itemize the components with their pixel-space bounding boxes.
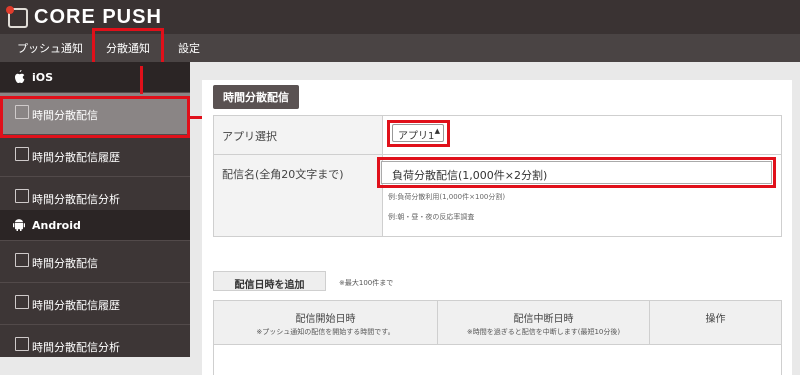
column-subtitle: ※プッシュ通知の配信を開始する時間です。 bbox=[256, 328, 395, 336]
delivery-name-hint-2: 例:朝・昼・夜の反応率調査 bbox=[388, 213, 475, 221]
sidebar-item-label: 時間分散配信分析 bbox=[32, 193, 120, 206]
sidebar-item-label: 時間分散配信分析 bbox=[32, 341, 120, 354]
android-icon bbox=[13, 219, 25, 231]
sidebar-item-label: 時間分散配信履歴 bbox=[32, 151, 120, 164]
add-limit-note: ※最大100件まで bbox=[339, 279, 394, 287]
delivery-name-label: 配信名(全角20文字まで) bbox=[222, 168, 344, 181]
column-title: 配信開始日時 bbox=[295, 314, 356, 325]
delivery-name-hint-1: 例:負荷分散利用(1,000件×100分割) bbox=[388, 193, 506, 201]
table-header: 配信開始日時 ※プッシュ通知の配信を開始する時間です。 配信中断日時 ※時間を過… bbox=[214, 301, 781, 345]
form-row-app bbox=[214, 116, 781, 155]
app-select[interactable]: アプリ1 ▲ bbox=[392, 124, 444, 142]
select-arrows-icon: ▲ bbox=[434, 127, 440, 135]
section-title: 時間分散配信 bbox=[213, 85, 299, 109]
app-select-label: アプリ選択 bbox=[222, 130, 277, 143]
sidebar-highlight-box bbox=[0, 96, 190, 138]
app-name: CORE PUSH bbox=[34, 6, 162, 28]
logo-icon bbox=[6, 5, 28, 28]
add-delivery-datetime-button[interactable]: 配信日時を追加 bbox=[213, 271, 326, 291]
history-icon bbox=[15, 295, 29, 309]
sidebar-section-title: iOS bbox=[32, 71, 54, 84]
history-icon bbox=[15, 147, 29, 161]
column-start-datetime: 配信開始日時 ※プッシュ通知の配信を開始する時間です。 bbox=[214, 301, 437, 344]
arrow-nav-to-sidebar bbox=[140, 66, 143, 94]
sidebar-item-android-history[interactable]: 時間分散配信履歴 bbox=[0, 282, 190, 324]
sidebar-item-android-distributed[interactable]: 時間分散配信 bbox=[0, 240, 190, 282]
column-stop-datetime: 配信中断日時 ※時間を過ぎると配信を中断します(最短10分後) bbox=[438, 301, 649, 344]
sidebar-section-android: Android bbox=[0, 210, 190, 240]
sidebar-item-android-analysis[interactable]: 時間分散配信分析 bbox=[0, 324, 190, 357]
sidebar-section-ios: iOS bbox=[0, 62, 190, 92]
sidebar-section-title: Android bbox=[32, 219, 81, 232]
column-title: 配信中断日時 bbox=[513, 314, 574, 325]
column-actions: 操作 bbox=[650, 301, 781, 344]
nav-push-notification[interactable]: プッシュ通知 bbox=[17, 40, 83, 56]
app-select-value: アプリ1 bbox=[398, 131, 435, 142]
delivery-name-input[interactable]: 負荷分散配信(1,000件×2分割) bbox=[381, 161, 772, 184]
nav-settings[interactable]: 設定 bbox=[178, 40, 200, 56]
schedule-table: 配信開始日時 ※プッシュ通知の配信を開始する時間です。 配信中断日時 ※時間を過… bbox=[213, 300, 782, 375]
bar-chart-icon bbox=[15, 337, 29, 351]
sidebar-item-label: 時間分散配信 bbox=[32, 257, 98, 270]
column-title: 操作 bbox=[705, 314, 726, 325]
apple-icon bbox=[15, 70, 25, 83]
logo[interactable]: CORE PUSH bbox=[6, 5, 162, 29]
column-subtitle: ※時間を過ぎると配信を中断します(最短10分後) bbox=[466, 328, 621, 336]
sidebar-item-ios-history[interactable]: 時間分散配信履歴 bbox=[0, 134, 190, 176]
distribute-icon bbox=[15, 253, 29, 267]
sidebar-item-label: 時間分散配信履歴 bbox=[32, 299, 120, 312]
bar-chart-icon bbox=[15, 189, 29, 203]
